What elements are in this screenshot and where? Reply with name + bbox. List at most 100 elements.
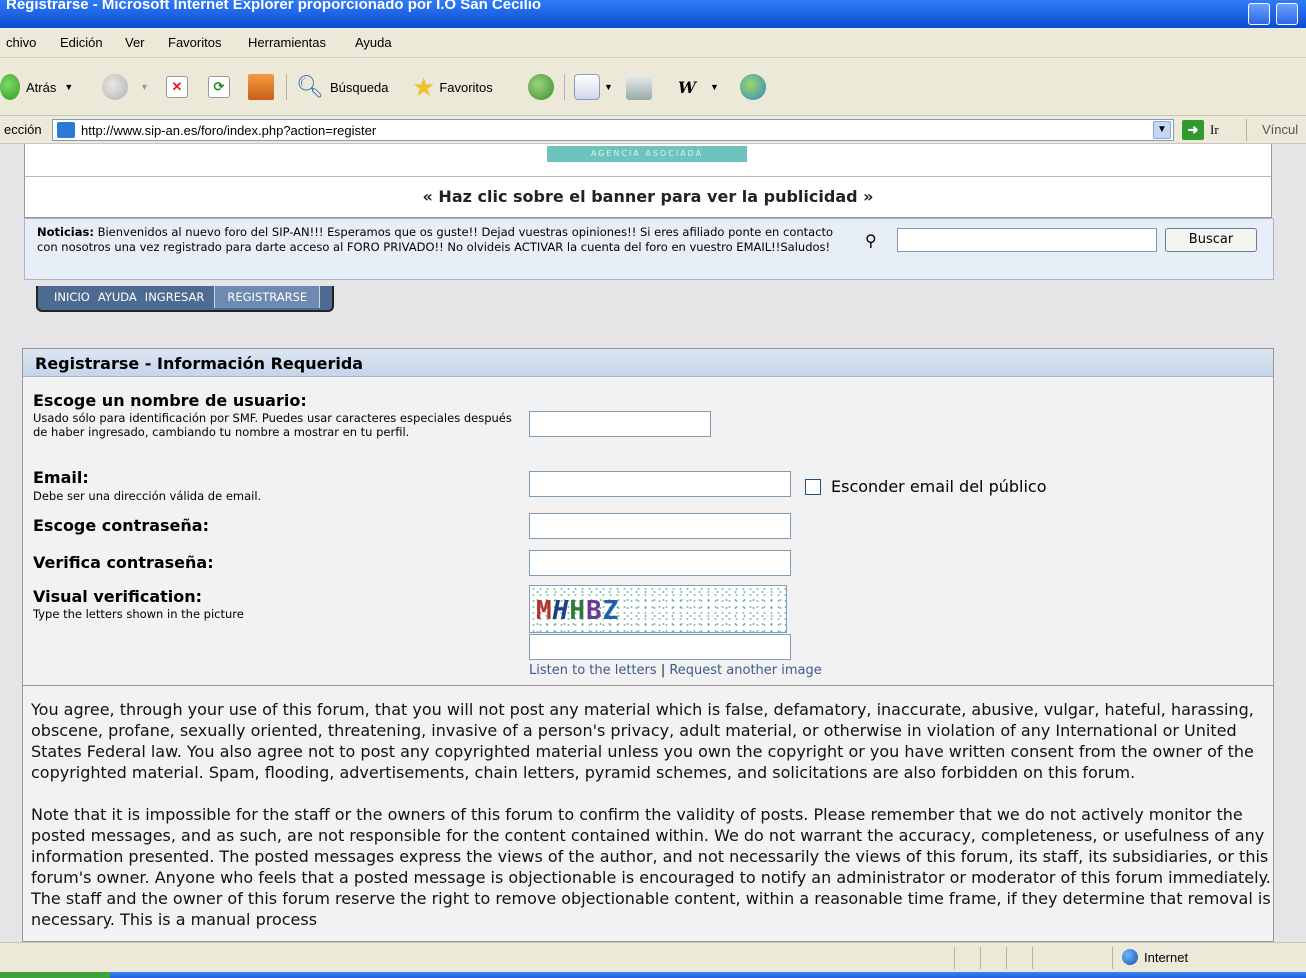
chevron-down-icon: ▼	[604, 82, 613, 92]
toolbar-separator	[286, 74, 287, 100]
refresh-button[interactable]: ⟳	[208, 74, 230, 100]
tab-ingresar[interactable]: INGRESAR	[141, 286, 209, 308]
verify-password-input[interactable]	[529, 550, 791, 576]
back-button[interactable]: Atrás ▼	[0, 74, 73, 100]
agreement-paragraph: Note that it is impossible for the staff…	[31, 805, 1271, 929]
listen-link[interactable]: Listen to the letters	[529, 663, 657, 678]
printer-icon	[626, 74, 652, 100]
tab-inicio[interactable]: INICIO	[50, 286, 94, 308]
captcha-input[interactable]	[529, 634, 791, 660]
stop-button[interactable]: ✕	[166, 74, 188, 100]
search-label: Búsqueda	[329, 79, 389, 95]
toolbar-separator	[1246, 119, 1247, 141]
status-cell	[1032, 947, 1033, 969]
messenger-icon	[740, 74, 766, 100]
menu-view[interactable]: Ver	[125, 35, 145, 50]
mail-icon	[574, 74, 600, 100]
minimize-button[interactable]	[1248, 3, 1270, 25]
go-label: Ir	[1210, 122, 1219, 137]
home-button[interactable]	[248, 74, 274, 100]
security-zone: Internet	[1122, 949, 1188, 965]
toolbar-separator	[564, 74, 565, 100]
word-button[interactable]: W ▼	[678, 74, 719, 100]
forum-nav-tabs: INICIO AYUDA INGRESAR REGISTRARSE	[36, 286, 335, 312]
verify-title: Verifica contraseña:	[33, 553, 214, 572]
agreement-text: You agree, through your use of this foru…	[31, 699, 1271, 942]
browser-toolbar: Atrás ▼ ▼ ✕ ⟳ 🔍︎ Búsqueda ★ Favoritos ▼ …	[0, 58, 1306, 116]
captcha-text: MHHBZ	[536, 596, 620, 626]
star-icon: ★	[412, 71, 436, 102]
menu-bar: chivo Edición Ver Favoritos Herramientas…	[0, 28, 1306, 58]
news-text: Noticias: Bienvenidos al nuevo foro del …	[37, 225, 837, 255]
password-title: Escoge contraseña:	[33, 516, 209, 535]
zone-label: Internet	[1144, 949, 1189, 965]
chevron-down-icon: ▼	[709, 82, 719, 92]
password-input[interactable]	[529, 513, 791, 539]
history-icon	[528, 74, 554, 100]
hide-email-label: Esconder email del público	[831, 477, 1047, 496]
visual-desc: Type the letters shown in the picture	[33, 607, 244, 621]
status-cell	[980, 947, 981, 969]
form-header: Registrarse - Información Requerida	[23, 349, 1273, 377]
address-url: http://www.sip-an.es/foro/index.php?acti…	[81, 123, 377, 138]
status-cell	[954, 947, 955, 969]
banner-message: « Haz clic sobre el banner para ver la p…	[24, 176, 1272, 218]
links-label[interactable]: Víncul	[1262, 122, 1298, 137]
magnifier-icon: ⚲	[865, 231, 877, 250]
address-label: ección	[4, 122, 42, 137]
menu-tools[interactable]: Herramientas	[248, 35, 326, 50]
window-title: Registrarse - Microsoft Internet Explore…	[6, 0, 542, 13]
another-image-link[interactable]: Request another image	[669, 663, 821, 678]
email-title: Email:	[33, 468, 89, 487]
word-icon: W	[678, 77, 696, 97]
chevron-down-icon: ▼	[140, 82, 149, 92]
chevron-down-icon: ▼	[64, 82, 74, 92]
status-bar: Internet	[0, 942, 1306, 972]
status-cell	[1006, 947, 1007, 969]
page-viewport: AGENCIA ASOCIADA « Haz clic sobre el ban…	[0, 144, 1306, 942]
divider	[23, 685, 1273, 686]
taskbar	[0, 972, 1306, 978]
print-button[interactable]	[626, 74, 652, 100]
refresh-icon: ⟳	[208, 76, 230, 98]
favorites-label: Favoritos	[439, 79, 493, 95]
address-input[interactable]: http://www.sip-an.es/foro/index.php?acti…	[52, 119, 1174, 141]
address-bar: ección http://www.sip-an.es/foro/index.p…	[0, 116, 1306, 144]
chevron-down-icon[interactable]: ▼	[1153, 121, 1171, 139]
news-box: Noticias: Bienvenidos al nuevo foro del …	[24, 218, 1274, 280]
back-arrow-icon	[0, 74, 20, 100]
go-button[interactable]: ➜ Ir	[1182, 120, 1219, 140]
hide-email-checkbox[interactable]	[805, 479, 821, 495]
stop-icon: ✕	[166, 76, 188, 98]
search-submit-button[interactable]: Buscar	[1165, 228, 1257, 252]
banner-area[interactable]: AGENCIA ASOCIADA	[24, 144, 1272, 176]
email-desc: Debe ser una dirección válida de email.	[33, 489, 262, 503]
tab-ayuda[interactable]: AYUDA	[94, 286, 141, 308]
mail-button[interactable]: ▼	[574, 74, 613, 100]
link-separator: |	[660, 663, 666, 678]
home-icon	[248, 74, 274, 100]
search-icon: 🔍︎	[296, 74, 324, 99]
news-label: Noticias:	[37, 225, 94, 239]
status-cell	[1112, 947, 1113, 969]
news-body: Bienvenidos al nuevo foro del SIP-AN!!! …	[37, 225, 834, 254]
tab-registrarse[interactable]: REGISTRARSE	[214, 286, 321, 308]
maximize-button[interactable]	[1276, 3, 1298, 25]
menu-help[interactable]: Ayuda	[355, 35, 392, 50]
forward-button[interactable]: ▼	[102, 74, 149, 100]
banner-strip[interactable]: AGENCIA ASOCIADA	[547, 146, 747, 162]
captcha-links: Listen to the letters | Request another …	[529, 663, 822, 678]
search-button[interactable]: 🔍︎ Búsqueda	[296, 74, 389, 100]
menu-edit[interactable]: Edición	[60, 35, 103, 50]
favorites-button[interactable]: ★ Favoritos	[412, 71, 493, 102]
forum-search-input[interactable]	[897, 228, 1157, 252]
globe-icon	[1122, 949, 1138, 965]
history-button[interactable]	[528, 74, 554, 100]
username-input[interactable]	[529, 411, 711, 437]
menu-favorites[interactable]: Favoritos	[168, 35, 221, 50]
menu-file[interactable]: chivo	[6, 35, 36, 50]
window-titlebar: Registrarse - Microsoft Internet Explore…	[0, 0, 1306, 28]
start-button[interactable]	[0, 972, 110, 978]
messenger-button[interactable]	[740, 74, 766, 100]
email-input[interactable]	[529, 471, 791, 497]
